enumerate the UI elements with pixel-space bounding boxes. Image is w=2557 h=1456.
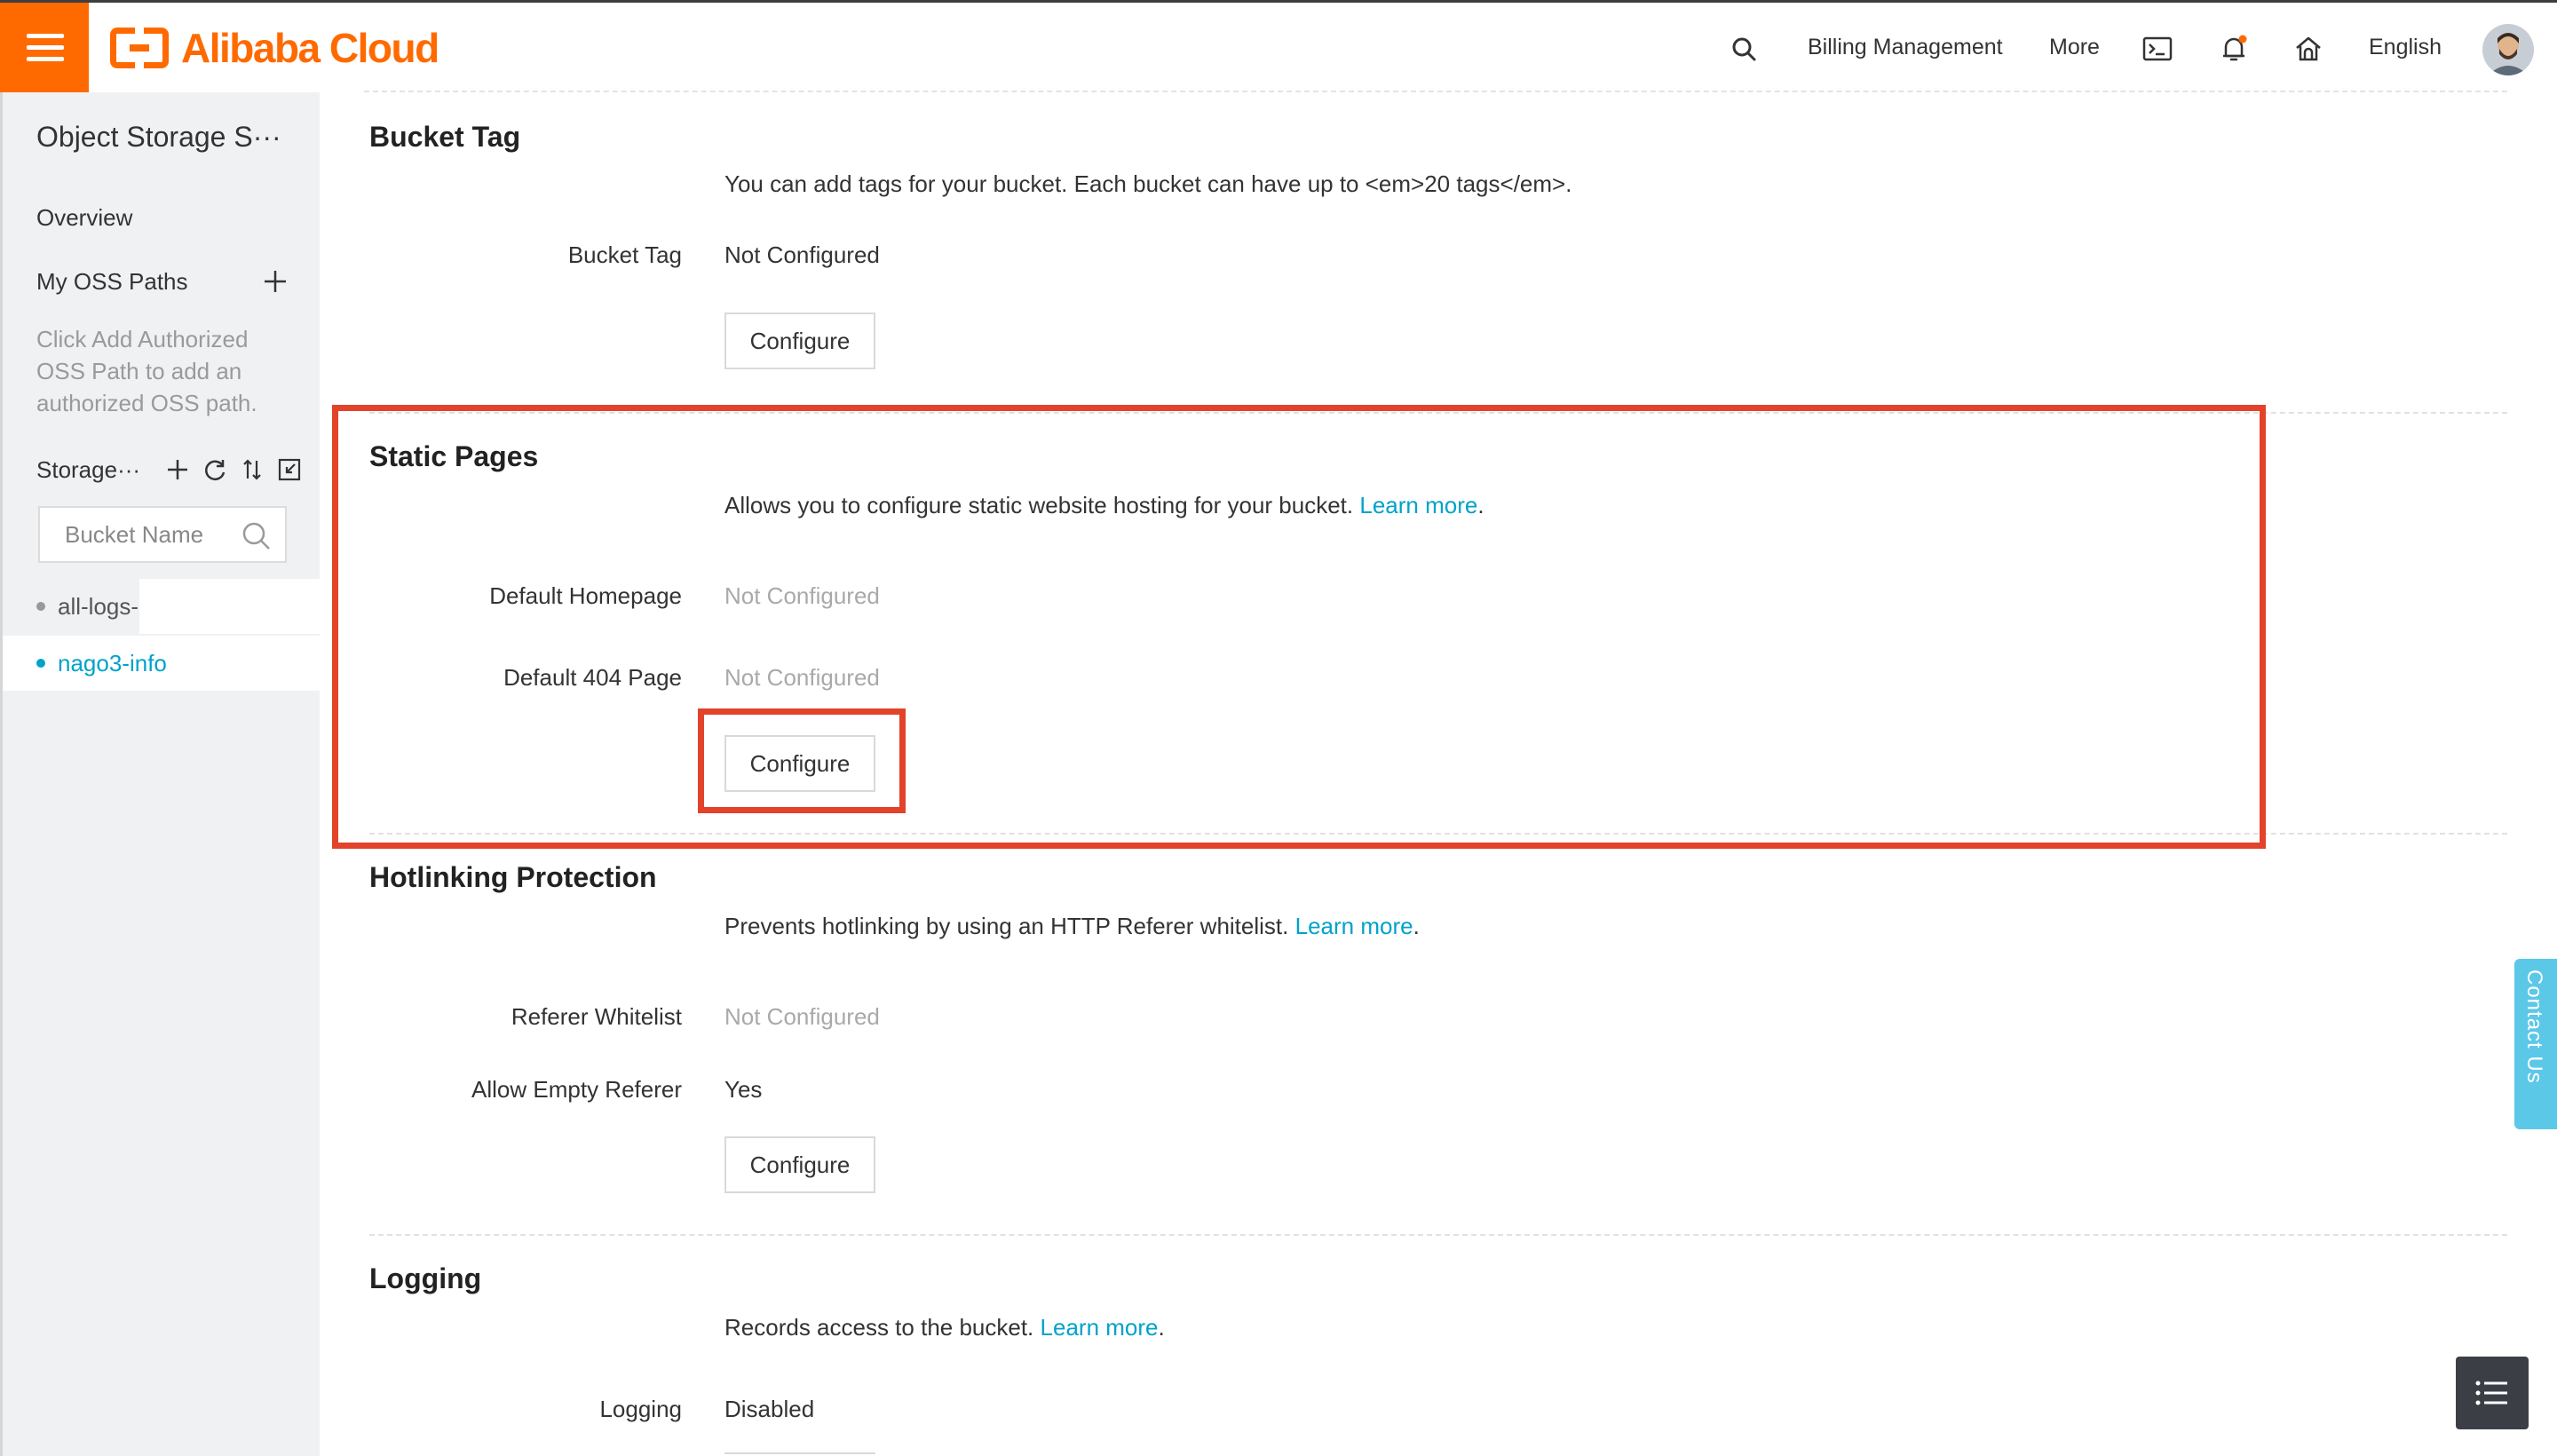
bucket-settings-content: Bucket Tag You can add tags for your buc…	[320, 92, 2557, 1456]
section-title-hotlinking-protection: Hotlinking Protection	[369, 861, 657, 893]
bucket-name: all-logs-	[58, 592, 139, 620]
sidebar: Object Storage S··· Overview My OSS Path…	[0, 92, 320, 1456]
search-icon[interactable]	[1728, 33, 1760, 65]
alibaba-cloud-logo[interactable]: Alibaba Cloud	[110, 24, 439, 72]
logo-text: Alibaba Cloud	[181, 25, 439, 71]
sidebar-path-hint: Click Add Authorized OSS Path to add an …	[36, 326, 257, 416]
bucket-tag-label: Bucket Tag	[567, 241, 682, 268]
logging-learn-more-link[interactable]: Learn more	[1041, 1314, 1159, 1341]
hotlinking-configure-button[interactable]: Configure	[724, 1136, 875, 1193]
add-path-plus-icon[interactable]	[262, 268, 289, 295]
section-title-bucket-tag: Bucket Tag	[369, 121, 521, 153]
bucket-dot-icon	[36, 602, 45, 611]
logo-mark-icon	[110, 28, 169, 68]
bucket-tag-value: Not Configured	[724, 241, 880, 268]
sidebar-item-my-oss-paths[interactable]: My OSS Paths	[36, 268, 188, 296]
sidebar-item-overview[interactable]: Overview	[36, 204, 132, 232]
bucket-tag-configure-button[interactable]: Configure	[724, 313, 875, 369]
section-title-logging: Logging	[369, 1262, 482, 1294]
bucket-item-mask	[139, 579, 320, 634]
nav-billing-management[interactable]: Billing Management	[1808, 35, 2003, 60]
static-pages-configure-button[interactable]: Configure	[724, 735, 875, 792]
static-pages-learn-more-link[interactable]: Learn more	[1359, 492, 1477, 518]
section-divider	[369, 1234, 2507, 1236]
menu-icon[interactable]	[0, 3, 89, 92]
referer-whitelist-label: Referer Whitelist	[511, 1003, 682, 1030]
contact-us-label: Contact Us	[2522, 969, 2546, 1084]
static-pages-description: Allows you to configure static website h…	[724, 492, 1484, 518]
home-icon[interactable]	[2292, 33, 2324, 65]
hotlinking-description: Prevents hotlinking by using an HTTP Ref…	[724, 913, 1420, 939]
bucket-tag-description: You can add tags for your bucket. Each b…	[724, 170, 1572, 197]
default-homepage-label: Default Homepage	[489, 582, 682, 609]
section-title-static-pages: Static Pages	[369, 440, 539, 472]
section-divider	[369, 833, 2507, 835]
logging-value: Disabled	[724, 1396, 815, 1422]
logging-description: Records access to the bucket. Learn more…	[724, 1314, 1165, 1341]
refresh-icon[interactable]	[202, 456, 228, 483]
nav-more[interactable]: More	[2049, 35, 2100, 60]
bucket-item[interactable]: all-logs-	[3, 579, 139, 634]
list-icon[interactable]	[2456, 1357, 2529, 1429]
bucket-search	[38, 506, 287, 563]
bucket-toolbar	[164, 456, 303, 483]
logging-label: Logging	[599, 1396, 682, 1422]
terminal-icon[interactable]	[2141, 33, 2173, 65]
expand-icon[interactable]	[276, 456, 303, 483]
bell-icon[interactable]	[2218, 33, 2250, 65]
sidebar-title[interactable]: Object Storage S···	[36, 121, 281, 154]
default-404-value: Not Configured	[724, 664, 880, 691]
sidebar-storage-label[interactable]: Storage···	[36, 456, 140, 484]
hotlinking-learn-more-link[interactable]: Learn more	[1295, 913, 1413, 939]
search-icon[interactable]	[241, 520, 273, 552]
add-bucket-plus-icon[interactable]	[164, 456, 191, 483]
bucket-dot-icon	[36, 659, 45, 668]
top-navigation-bar: Alibaba Cloud Billing Management More En…	[0, 3, 2557, 92]
section-divider	[369, 412, 2507, 414]
referer-whitelist-value: Not Configured	[724, 1003, 880, 1030]
bucket-search-input[interactable]	[65, 518, 234, 550]
sort-icon[interactable]	[239, 456, 265, 483]
nav-language[interactable]: English	[2369, 35, 2442, 60]
bucket-item-active[interactable]: nago3-info	[3, 636, 320, 691]
allow-empty-referer-label: Allow Empty Referer	[471, 1076, 682, 1103]
allow-empty-referer-value: Yes	[724, 1076, 763, 1103]
bucket-name: nago3-info	[58, 649, 167, 677]
user-avatar[interactable]	[2482, 24, 2534, 75]
default-404-label: Default 404 Page	[503, 664, 682, 691]
default-homepage-value: Not Configured	[724, 582, 880, 609]
contact-us-tab[interactable]: Contact Us	[2514, 959, 2557, 1129]
logging-configure-button-edge	[724, 1452, 875, 1456]
